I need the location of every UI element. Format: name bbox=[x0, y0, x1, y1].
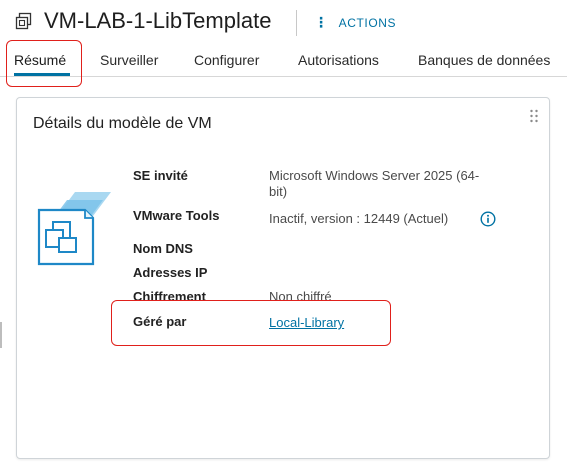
vmware-tools-label: VMware Tools bbox=[133, 208, 220, 223]
actions-label: ACTIONS bbox=[338, 16, 397, 30]
guest-os-value-line1: Microsoft Windows Server 2025 (64- bbox=[269, 168, 480, 183]
page-header: VM-LAB-1-LibTemplate ⋮ ACTIONS bbox=[0, 0, 567, 44]
tab-banques-de-donnees[interactable]: Banques de données bbox=[418, 52, 550, 68]
page-title: VM-LAB-1-LibTemplate bbox=[44, 8, 272, 33]
drag-grip-icon[interactable] bbox=[529, 109, 539, 123]
card-title: Détails du modèle de VM bbox=[33, 115, 212, 132]
managed-by-label: Géré par bbox=[133, 314, 187, 329]
info-icon[interactable] bbox=[480, 211, 496, 227]
encryption-label: Chiffrement bbox=[133, 289, 206, 304]
tab-configurer[interactable]: Configurer bbox=[194, 52, 259, 68]
encryption-value: Non chiffré bbox=[269, 289, 332, 304]
panel-edge bbox=[0, 322, 2, 348]
managed-by-link[interactable]: Local-Library bbox=[269, 315, 344, 330]
vm-template-details-card: Détails du modèle de VM SE invité Micros… bbox=[16, 97, 550, 459]
dns-name-label: Nom DNS bbox=[133, 241, 193, 256]
tab-autorisations[interactable]: Autorisations bbox=[298, 52, 379, 68]
active-tab-indicator bbox=[14, 73, 70, 76]
tab-resume[interactable]: Résumé bbox=[14, 52, 66, 68]
header-divider bbox=[296, 10, 297, 36]
guest-os-value-line2: bit) bbox=[269, 184, 288, 199]
vmware-tools-value: Inactif, version : 12449 (Actuel) bbox=[269, 211, 449, 226]
tab-surveiller[interactable]: Surveiller bbox=[100, 52, 158, 68]
ip-addresses-label: Adresses IP bbox=[133, 265, 208, 280]
tab-bar: Résumé Surveiller Configurer Autorisatio… bbox=[0, 44, 567, 77]
vm-template-large-icon bbox=[35, 190, 117, 270]
actions-menu-button[interactable]: ⋮ ACTIONS bbox=[314, 14, 396, 31]
vertical-dots-icon: ⋮ bbox=[314, 14, 329, 30]
vm-template-icon bbox=[15, 12, 33, 30]
guest-os-label: SE invité bbox=[133, 168, 188, 183]
